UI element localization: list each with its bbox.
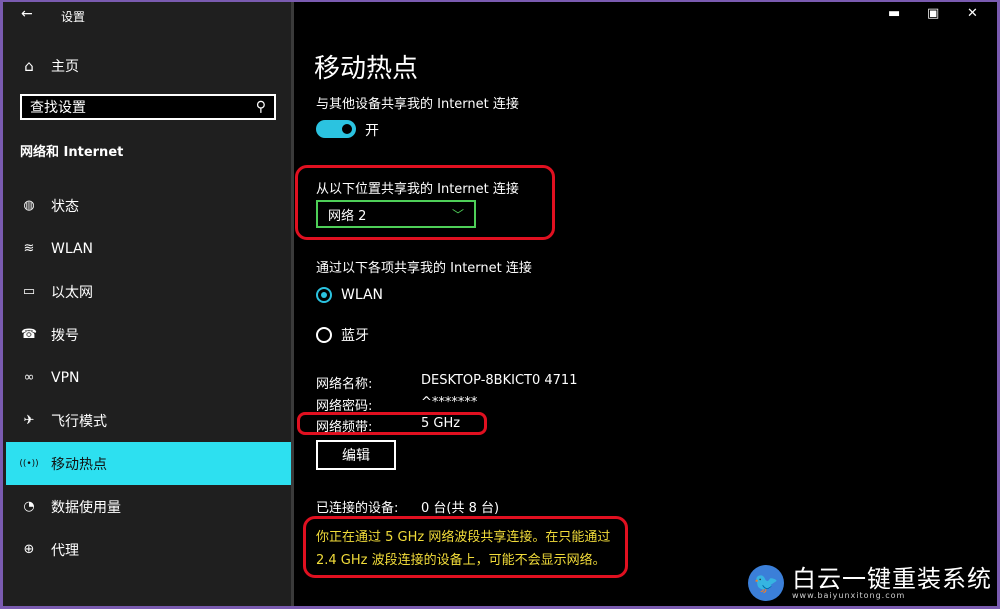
band-notice: 你正在通过 5 GHz 网络波段共享连接。在只能通过 2.4 GHz 波段连接的… <box>316 526 646 572</box>
sidebar-item-airplane-mode[interactable]: ✈ 飞行模式 <box>3 399 291 442</box>
edit-button[interactable]: 编辑 <box>316 440 396 470</box>
sidebar-item-label: 数据使用量 <box>51 499 121 516</box>
notice-line-1: 你正在通过 5 GHz 网络波段共享连接。在只能通过 <box>316 530 611 545</box>
radio-bluetooth[interactable]: 蓝牙 <box>316 325 369 345</box>
sidebar-item-label: 飞行模式 <box>51 413 107 430</box>
radio-wlan[interactable]: WLAN <box>316 287 383 303</box>
search-icon[interactable]: ⚲ <box>256 99 266 115</box>
sidebar-item-label: 拨号 <box>51 327 79 344</box>
radio-label: 蓝牙 <box>341 328 369 344</box>
source-dropdown-value: 网络 2 <box>328 208 367 224</box>
sidebar-item-data-usage[interactable]: ◔ 数据使用量 <box>3 485 291 528</box>
toggle-knob <box>342 124 352 134</box>
sidebar-item-label: VPN <box>51 369 80 386</box>
vpn-icon: ∞ <box>23 370 35 385</box>
twitter-bird-icon: 🐦 <box>748 565 784 601</box>
sidebar-item-label: WLAN <box>51 240 94 257</box>
sidebar-item-mobile-hotspot[interactable]: ((•)) 移动热点 <box>6 442 291 485</box>
watermark-logo: 🐦 白云一键重装系统 www.baiyunxitong.com <box>748 565 992 601</box>
sidebar-item-dialup[interactable]: ☎ 拨号 <box>3 313 291 356</box>
home-label: 主页 <box>51 59 79 75</box>
home-icon: ⌂ <box>24 57 34 75</box>
wifi-icon: ≋ <box>23 241 35 256</box>
brand-name: 白云一键重装系统 <box>792 564 992 593</box>
ethernet-icon: ▭ <box>22 284 36 299</box>
radio-circle-selected <box>316 287 332 303</box>
network-band-value: 5 GHz <box>421 416 461 431</box>
sidebar-nav: ◍ 状态 ≋ WLAN ▭ 以太网 ☎ 拨号 ∞ VPN ✈ 飞行模式 ((•)… <box>3 184 291 571</box>
chevron-down-icon: ﹀ <box>451 207 464 222</box>
back-arrow-icon[interactable]: ← <box>21 6 33 22</box>
search-input[interactable]: 查找设置 ⚲ <box>20 94 276 120</box>
sidebar-item-label: 以太网 <box>51 284 93 301</box>
radio-circle <box>316 327 332 343</box>
notice-line-2: 2.4 GHz 波段连接的设备上，可能不会显示网络。 <box>316 553 606 568</box>
network-name-label: 网络名称: <box>316 377 373 392</box>
network-password-value: ^******* <box>421 395 478 410</box>
sidebar-item-label: 移动热点 <box>51 456 107 473</box>
airplane-icon: ✈ <box>23 413 35 428</box>
sidebar-item-proxy[interactable]: ⊕ 代理 <box>3 528 291 571</box>
radio-label: WLAN <box>341 287 384 303</box>
sidebar-item-label: 代理 <box>51 542 79 559</box>
toggle-state-label: 开 <box>365 123 379 139</box>
search-placeholder: 查找设置 <box>30 100 86 116</box>
hotspot-toggle[interactable] <box>316 120 356 138</box>
source-label: 从以下位置共享我的 Internet 连接 <box>316 182 519 197</box>
settings-window: ← 设置 ⌂ 主页 查找设置 ⚲ 网络和 Internet ◍ 状态 ≋ WLA… <box>3 2 997 606</box>
pane-divider <box>291 2 294 606</box>
status-icon: ◍ <box>23 198 35 213</box>
globe-icon: ⊕ <box>23 542 35 557</box>
sidebar-item-vpn[interactable]: ∞ VPN <box>3 356 291 399</box>
window-title: 设置 <box>61 10 86 24</box>
hotspot-icon: ((•)) <box>19 458 39 469</box>
share-label: 与其他设备共享我的 Internet 连接 <box>316 97 519 112</box>
network-name-value: DESKTOP-8BKICT0 4711 <box>421 373 578 388</box>
dialup-icon: ☎ <box>20 327 38 342</box>
section-title: 网络和 Internet <box>20 145 124 160</box>
connected-devices-label: 已连接的设备: <box>316 501 399 516</box>
main-content: 移动热点 与其他设备共享我的 Internet 连接 开 从以下位置共享我的 I… <box>295 2 993 606</box>
sidebar-item-home[interactable]: ⌂ 主页 <box>19 56 79 76</box>
source-dropdown[interactable]: 网络 2 ﹀ <box>316 200 476 228</box>
sidebar-item-wlan[interactable]: ≋ WLAN <box>3 227 291 270</box>
network-band-label: 网络频带: <box>316 420 373 435</box>
via-label: 通过以下各项共享我的 Internet 连接 <box>316 261 532 276</box>
sidebar-item-label: 状态 <box>51 198 79 215</box>
sidebar-item-status[interactable]: ◍ 状态 <box>3 184 291 227</box>
page-title: 移动热点 <box>314 54 419 84</box>
sidebar: ← 设置 ⌂ 主页 查找设置 ⚲ 网络和 Internet ◍ 状态 ≋ WLA… <box>3 2 291 606</box>
data-usage-icon: ◔ <box>23 499 35 514</box>
sidebar-item-ethernet[interactable]: ▭ 以太网 <box>3 270 291 313</box>
connected-devices-value: 0 台(共 8 台) <box>421 501 500 516</box>
